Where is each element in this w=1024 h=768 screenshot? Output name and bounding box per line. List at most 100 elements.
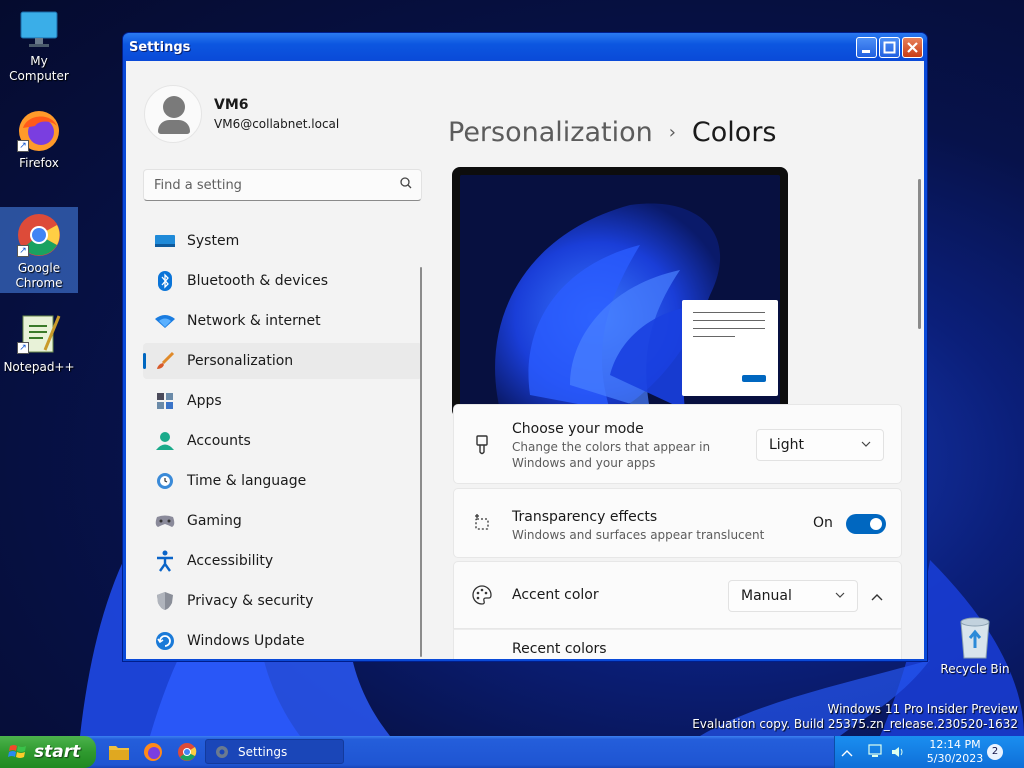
desktop-icon-chrome[interactable]: ↗ Google Chrome [0,207,78,293]
accent-dropdown[interactable]: Manual [728,580,858,612]
taskbar: start Settings 12:14 PM 5/30/2023 2 [0,736,1024,768]
transparency-text: Transparency effects Windows and surface… [512,509,764,543]
network-tray-icon[interactable] [867,743,885,763]
desktop-icon-recycle-bin[interactable]: Recycle Bin [936,614,1014,677]
breadcrumb-separator: › [668,122,676,143]
sidebar-item-windows-update[interactable]: Windows Update [143,623,422,659]
quicklaunch-chrome-icon[interactable] [176,741,198,767]
sidebar-item-label: Apps [187,393,222,409]
close-icon [907,41,918,53]
palette-icon [470,584,494,606]
shortcut-arrow-icon: ↗ [17,342,29,354]
transparency-state: On [813,515,833,531]
sidebar-item-system[interactable]: System [143,223,422,259]
notification-badge[interactable]: 2 [987,744,1003,760]
close-button[interactable] [902,36,923,58]
sidebar-item-accounts[interactable]: Accounts [143,423,422,459]
settings-window[interactable]: Settings VM6 VM6@collabnet.local Find a … [122,32,928,662]
sidebar-item-gaming[interactable]: Gaming [143,503,422,539]
update-icon [143,631,187,651]
windows-logo-icon [8,745,26,758]
choose-mode-card: Choose your mode Change the colors that … [453,404,902,484]
sidebar-item-apps[interactable]: Apps [143,383,422,419]
recent-colors-text: Recent colors [512,641,607,657]
sidebar-item-accessibility[interactable]: Accessibility [143,543,422,579]
transparency-description: Windows and surfaces appear translucent [512,528,765,542]
desktop-icon-notepadpp[interactable]: ↗ Notepad++ [0,310,78,375]
task-label: Settings [238,744,288,759]
accent-selected-value: Manual [741,588,792,604]
build-watermark: Windows 11 Pro Insider Preview Evaluatio… [692,702,1018,732]
quicklaunch-explorer-icon[interactable] [108,742,130,766]
sidebar-item-label: Network & internet [187,313,321,329]
mode-dropdown[interactable]: Light [756,429,884,461]
breadcrumb-parent[interactable]: Personalization [448,117,653,148]
avatar-head [163,96,185,118]
sidebar-item-network[interactable]: Network & internet [143,303,422,339]
start-button[interactable]: start [0,736,96,768]
preview-accent-button [742,375,766,382]
search-icon[interactable] [391,177,421,193]
user-email: VM6@collabnet.local [214,117,340,131]
transparency-title: Transparency effects [512,509,658,525]
preview-line [693,328,765,329]
system-icon [143,233,187,249]
sidebar-item-time-language[interactable]: Time & language [143,463,422,499]
sidebar-item-label: Gaming [187,513,242,529]
mode-title: Choose your mode [512,421,644,437]
search-input[interactable] [144,177,391,193]
maximize-button[interactable] [879,36,900,58]
user-info: VM6 VM6@collabnet.local [214,97,339,131]
transparency-icon [470,513,494,533]
mode-selected-value: Light [769,437,804,453]
sidebar-item-personalization[interactable]: Personalization [143,343,422,379]
shield-icon [143,591,187,611]
gaming-icon [143,513,187,529]
accent-text: Accent color [512,587,599,603]
sidebar-item-label: Time & language [187,473,307,489]
avatar [144,85,202,143]
recent-colors-section: Recent colors [453,629,902,659]
minimize-button[interactable] [856,36,877,58]
desktop-icon-label-text: Google Chrome [15,261,63,290]
sidebar-item-label: System [187,233,240,249]
wifi-icon [143,313,187,329]
accent-title: Accent color [512,587,599,603]
settings-gear-icon [216,745,228,758]
accent-color-card: Accent color Manual [453,561,902,629]
breadcrumb: Personalization › Colors [448,117,776,148]
tray-expand-icon[interactable] [841,745,853,764]
apps-icon [143,391,187,411]
computer-icon [20,11,58,47]
mode-brush-icon [470,435,494,455]
desktop-icon-my-computer[interactable]: My Computer [0,8,78,84]
desktop-icon-label: Notepad++ [3,360,75,374]
chevron-up-icon[interactable] [870,588,884,607]
user-profile[interactable]: VM6 VM6@collabnet.local [144,85,339,143]
watermark-line-1: Windows 11 Pro Insider Preview [827,702,1018,716]
sidebar-item-bluetooth[interactable]: Bluetooth & devices [143,263,422,299]
sidebar-item-label: Privacy & security [187,593,314,609]
volume-tray-icon[interactable] [891,744,907,763]
user-name: VM6 [214,97,249,113]
desktop-icon-label: Google Chrome [0,261,78,291]
preview-line [693,336,735,337]
clock-time: 12:14 PM [929,738,981,751]
clock-date: 5/30/2023 [926,752,984,765]
accounts-icon [143,431,187,451]
main-scrollbar[interactable] [918,179,921,329]
clock[interactable]: 12:14 PM 5/30/2023 [913,738,997,766]
desktop-icon-firefox[interactable]: ↗ Firefox [0,108,78,171]
window-titlebar[interactable]: Settings [123,33,927,61]
sidebar-nav: System Bluetooth & devices Network & int… [143,223,422,659]
sidebar-item-privacy[interactable]: Privacy & security [143,583,422,619]
sidebar-scrollbar[interactable] [420,267,422,657]
start-label: start [34,742,81,762]
search-box[interactable] [143,169,422,201]
minimize-icon [862,49,870,53]
maximize-icon [883,41,896,53]
transparency-toggle[interactable] [846,514,886,534]
taskbar-task-settings[interactable]: Settings [205,739,344,764]
quicklaunch-firefox-icon[interactable] [142,741,164,767]
recycle-bin-icon [960,617,990,659]
